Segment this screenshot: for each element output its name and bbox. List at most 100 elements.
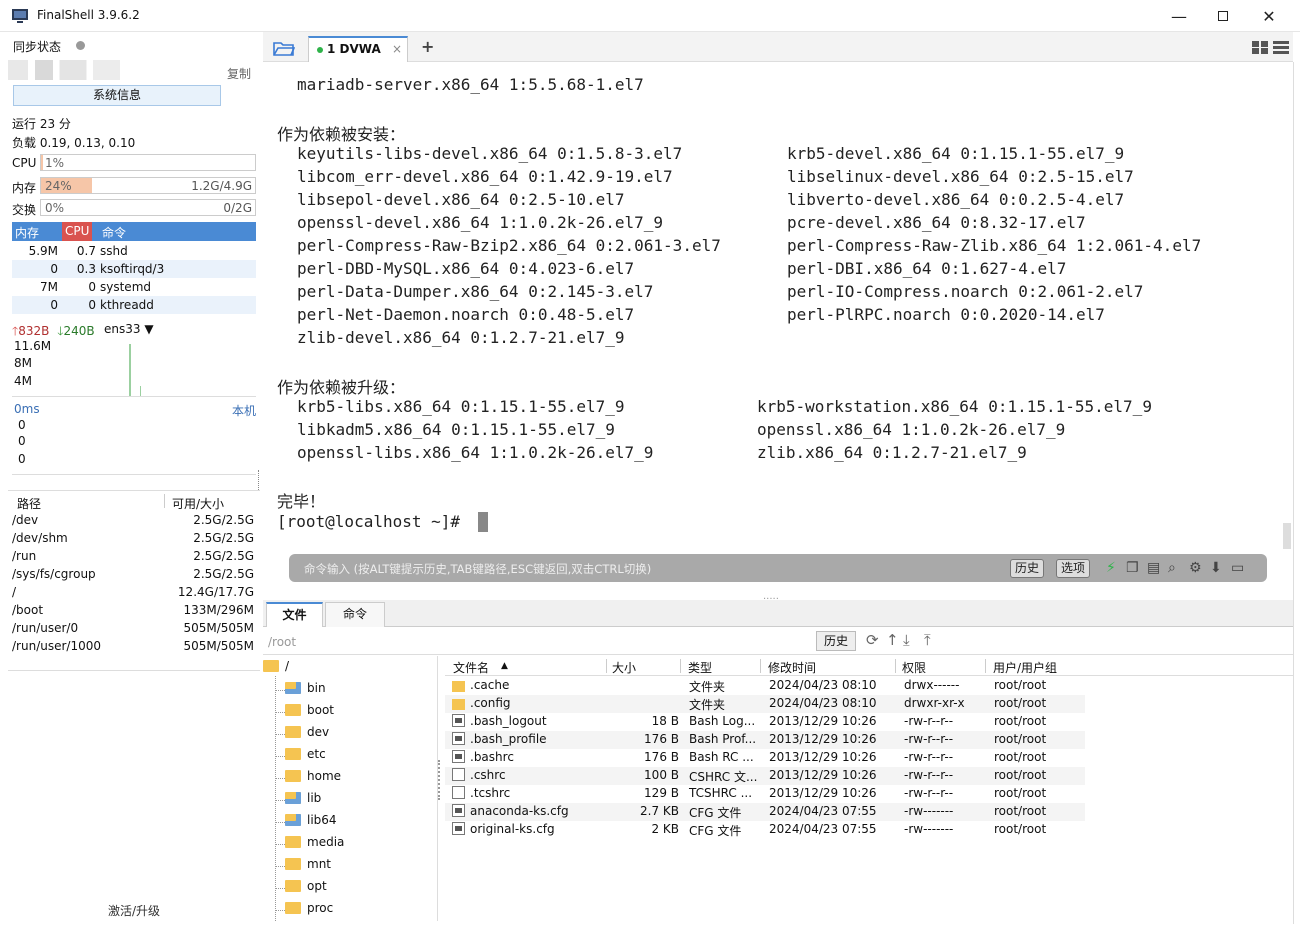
file-row[interactable]: .bash_logout 18 B Bash Log... 2013/12/29 10… [445, 713, 1085, 731]
splitter-handle[interactable] [258, 470, 261, 490]
search-icon[interactable]: ⌕ [1168, 560, 1176, 576]
disk-row[interactable]: /dev 2.5G/2.5G [12, 511, 258, 529]
tree-item[interactable]: mnt [275, 856, 331, 876]
interface-select[interactable]: ens33 ▼ [104, 322, 154, 336]
tree-connector [275, 866, 285, 867]
tree-item[interactable]: bin [275, 680, 326, 700]
tree-item[interactable]: lib [275, 790, 321, 810]
copy-icon[interactable]: ❐ [1126, 560, 1139, 576]
terminal-output[interactable]: mariadb-server.x86_64 1:5.5.68-1.el7 作为依… [263, 63, 1293, 602]
proc-cpu: 0.3 [76, 262, 96, 276]
tree-item[interactable]: opt [275, 878, 327, 898]
terminal-scrollbar[interactable] [1283, 523, 1291, 549]
path-history-button[interactable]: 历史 [816, 631, 856, 651]
file-mtime: 2024/04/23 07:55 [769, 822, 877, 836]
path-input[interactable]: /root [268, 635, 296, 649]
process-table-header[interactable]: 内存 CPU 命令 [12, 222, 256, 241]
tree-item-label: media [307, 835, 345, 849]
file-row[interactable]: anaconda-ks.cfg 2.7 KB CFG 文件 2024/04/23 07… [445, 803, 1085, 821]
proc-col-cmd[interactable]: 命令 [102, 224, 126, 241]
disk-table-header[interactable]: 路径 可用/大小 [8, 490, 260, 512]
col-type[interactable]: 类型 [688, 659, 712, 676]
gear-icon[interactable]: ⚙ [1189, 560, 1202, 576]
command-input[interactable]: 命令输入 (按ALT键提示历史,TAB键路径,ESC键返回,双击CTRL切换) [304, 561, 651, 577]
window-icon[interactable]: ▭ [1231, 560, 1244, 576]
options-button[interactable]: 选项 [1056, 559, 1091, 578]
tree-item[interactable]: etc [275, 746, 326, 766]
process-row[interactable]: 7M 0 systemd [12, 278, 256, 296]
tree-connector [275, 734, 285, 735]
open-folder-icon[interactable] [273, 40, 295, 56]
proc-col-cpu[interactable]: CPU [62, 222, 93, 241]
tree-item[interactable]: lib64 [275, 812, 337, 832]
arrow-down-icon[interactable]: ⬇ [1210, 560, 1222, 576]
layout-list-icon[interactable] [1273, 41, 1289, 54]
paste-icon[interactable]: ▤ [1147, 560, 1160, 576]
lightning-icon[interactable]: ⚡ [1106, 560, 1116, 576]
tab-close-icon[interactable]: × [392, 42, 402, 56]
col-perm[interactable]: 权限 [902, 659, 926, 676]
file-row[interactable]: .bashrc 176 B Bash RC ... 2013/12/29 10:26 -… [445, 749, 1085, 767]
disk-row[interactable]: / 12.4G/17.7G [12, 583, 258, 601]
folder-link-icon [285, 792, 301, 804]
tab-files[interactable]: 文件 [266, 602, 323, 627]
file-row[interactable]: .cshrc 100 B CSHRC 文... 2013/12/29 10:26 -rw… [445, 767, 1085, 785]
tab-dvwa[interactable]: 1 DVWA × [308, 36, 408, 62]
tree-root[interactable]: / [263, 658, 289, 673]
file-row[interactable]: .config 文件夹 2024/04/23 08:10 drwxr-xr-x root… [445, 695, 1085, 713]
process-row[interactable]: 0 0 kthreadd [12, 296, 256, 314]
file-row[interactable]: original-ks.cfg 2 KB CFG 文件 2024/04/23 07:5… [445, 821, 1085, 839]
disk-row[interactable]: /run/user/1000 505M/505M [12, 637, 258, 655]
file-type: 文件夹 [689, 680, 726, 694]
file-owner: root/root [994, 768, 1047, 782]
command-input-bar[interactable]: 命令输入 (按ALT键提示历史,TAB键路径,ESC键返回,双击CTRL切换) … [289, 554, 1267, 582]
activate-upgrade-link[interactable]: 激活/升级 [8, 902, 260, 919]
tree-item[interactable]: boot [275, 702, 334, 722]
file-type: CSHRC 文... [689, 770, 758, 784]
col-name[interactable]: 文件名 [453, 659, 489, 676]
ping-host[interactable]: 本机 [232, 402, 256, 419]
file-mtime: 2013/12/29 10:26 [769, 750, 877, 764]
copy-link[interactable]: 复制 [227, 65, 251, 82]
disk-col-size[interactable]: 可用/大小 [172, 495, 224, 512]
col-mtime[interactable]: 修改时间 [768, 659, 816, 676]
terminal-line: pcre-devel.x86_64 0:8.32-17.el7 [787, 213, 1086, 232]
layout-grid-icon[interactable] [1252, 41, 1268, 54]
disk-row[interactable]: /run/user/0 505M/505M [12, 619, 258, 637]
file-row[interactable]: .tcshrc 129 B TCSHRC ... 2013/12/29 10:26 -r… [445, 785, 1085, 803]
up-dir-icon[interactable]: ↑ [886, 631, 899, 649]
disk-row[interactable]: /dev/shm 2.5G/2.5G [12, 529, 258, 547]
maximize-button[interactable] [1200, 0, 1246, 32]
tree-item[interactable]: dev [275, 724, 329, 744]
minimize-button[interactable]: — [1156, 0, 1202, 32]
close-button[interactable]: ✕ [1246, 0, 1292, 32]
disk-row[interactable]: /boot 133M/296M [12, 601, 258, 619]
proc-col-mem[interactable]: 内存 [15, 224, 39, 241]
tree-item[interactable]: proc [275, 900, 333, 920]
upload-icon[interactable]: ⤒ [924, 631, 931, 649]
tree-item[interactable]: media [275, 834, 345, 854]
file-mtime: 2013/12/29 10:26 [769, 768, 877, 782]
file-row[interactable]: .bash_profile 176 B Bash Prof... 2013/12/29… [445, 731, 1085, 749]
refresh-icon[interactable]: ⟳ [866, 631, 879, 649]
add-tab-icon[interactable]: + [421, 37, 434, 56]
tree-item[interactable]: home [275, 768, 341, 788]
tab-commands[interactable]: 命令 [325, 602, 385, 627]
tree-splitter[interactable] [438, 760, 441, 800]
tree-connector [275, 888, 285, 889]
disk-row[interactable]: /sys/fs/cgroup 2.5G/2.5G [12, 565, 258, 583]
disk-row[interactable]: /run 2.5G/2.5G [12, 547, 258, 565]
col-size[interactable]: 大小 [612, 659, 636, 676]
process-row[interactable]: 0 0.3 ksoftirqd/3 [12, 260, 256, 278]
col-owner[interactable]: 用户/用户组 [993, 659, 1057, 676]
file-row[interactable]: .cache 文件夹 2024/04/23 08:10 drwx------ root/… [445, 677, 1085, 695]
script-file-icon [452, 732, 465, 745]
terminal-line: mariadb-server.x86_64 1:5.5.68-1.el7 [297, 75, 644, 94]
download-icon[interactable]: ⤓ [903, 631, 910, 649]
divider [8, 670, 260, 671]
disk-col-path[interactable]: 路径 [17, 495, 41, 512]
history-button[interactable]: 历史 [1010, 559, 1045, 578]
tree-connector [275, 822, 285, 823]
system-info-button[interactable]: 系统信息 [13, 85, 221, 106]
process-row[interactable]: 5.9M 0.7 sshd [12, 242, 256, 260]
